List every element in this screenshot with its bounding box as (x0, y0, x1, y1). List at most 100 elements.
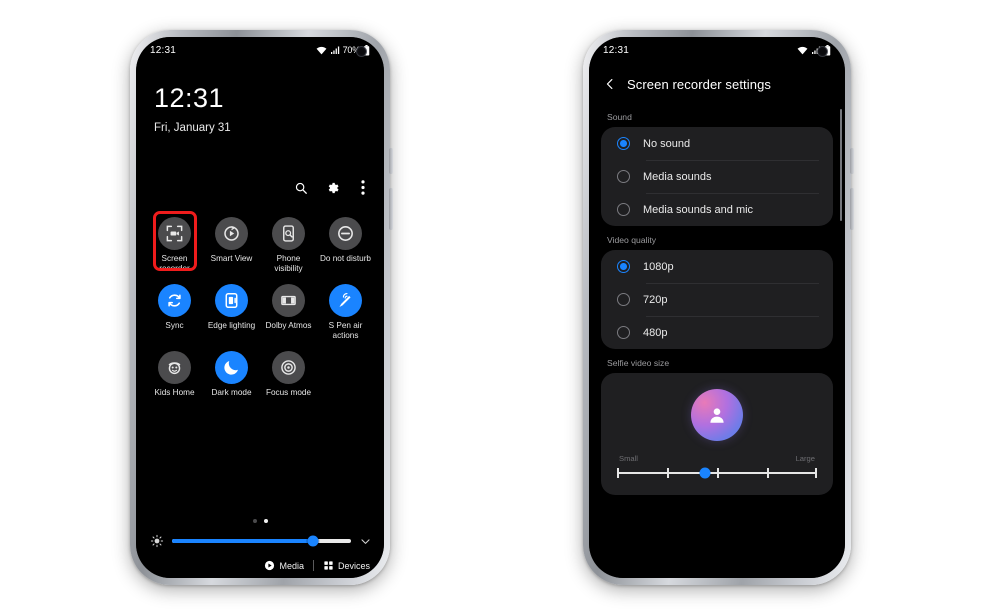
option-label: Media sounds (643, 170, 712, 183)
search-icon[interactable] (293, 180, 308, 195)
tile-smart-view[interactable]: Smart View (203, 217, 260, 274)
option-720p[interactable]: 720p (601, 283, 833, 316)
phone-right-screen: 12:31 Screen recorder settings Sound No … (589, 37, 845, 578)
option-480p[interactable]: 480p (601, 316, 833, 349)
video-quality-options-card: 1080p 720p 480p (601, 250, 833, 349)
tile-label: Dolby Atmos (265, 321, 312, 330)
front-camera-punch-hole (357, 47, 366, 56)
right-status-bar: 12:31 (589, 37, 845, 63)
tile-phone-visibility[interactable]: Phone visibility (260, 217, 317, 274)
tile-label: S Pen air actions (328, 321, 363, 340)
phone-right-body: 12:31 Screen recorder settings Sound No … (589, 37, 845, 578)
wifi-icon (316, 46, 327, 55)
quick-panel-clock: 12:31 (154, 83, 225, 113)
front-camera-punch-hole-right (818, 47, 827, 56)
tile-label: Kids Home (154, 388, 195, 397)
slider-tick (815, 468, 817, 478)
settings-scroll-area: Sound No sound Media sounds Media sounds… (589, 103, 845, 542)
slider-tick (617, 468, 619, 478)
chevron-down-icon[interactable] (359, 535, 372, 548)
tile-focus-mode[interactable]: Focus mode (260, 351, 317, 398)
slider-tick (667, 468, 669, 478)
edge-lighting-icon (215, 284, 248, 317)
option-1080p[interactable]: 1080p (601, 250, 833, 283)
page-indicator (136, 519, 384, 523)
gear-icon[interactable] (324, 180, 339, 195)
s-pen-air-actions-icon (329, 284, 362, 317)
quick-panel-actions (293, 180, 370, 195)
tile-label: Focus mode (265, 388, 312, 397)
tile-label: Edge lighting (207, 321, 256, 330)
back-chevron-icon[interactable] (603, 76, 617, 92)
side-key-power-right[interactable] (850, 188, 854, 230)
tile-kids-home[interactable]: Kids Home (146, 351, 203, 398)
slider-min-label: Small (619, 454, 638, 463)
option-no-sound[interactable]: No sound (601, 127, 833, 160)
page-dot-active (263, 519, 268, 523)
tile-sync[interactable]: Sync (146, 284, 203, 341)
person-avatar-icon (691, 389, 743, 441)
phone-left-body: 12:31 70% 12:31 Fri, January 31 Screen r… (136, 37, 384, 578)
radio-button-selected[interactable] (617, 260, 630, 273)
radio-button[interactable] (617, 203, 630, 216)
tile-dolby-atmos[interactable]: Dolby Atmos (260, 284, 317, 341)
option-media-sounds[interactable]: Media sounds (601, 160, 833, 193)
focus-mode-icon (272, 351, 305, 384)
side-key-bixby-right[interactable] (850, 148, 854, 174)
radio-button[interactable] (617, 293, 630, 306)
media-label: Media (279, 560, 304, 571)
selfie-video-size-card: Small Large (601, 373, 833, 495)
brightness-row (150, 534, 372, 548)
radio-button[interactable] (617, 170, 630, 183)
media-button[interactable]: Media (264, 560, 304, 571)
section-heading-sound: Sound (607, 112, 632, 122)
tile-dark-mode[interactable]: Dark mode (203, 351, 260, 398)
tile-label: Screen recorder (159, 254, 190, 273)
phone-left-screen: 12:31 70% 12:31 Fri, January 31 Screen r… (136, 37, 384, 578)
left-status-bar: 12:31 70% (136, 37, 384, 63)
side-key-power[interactable] (389, 188, 393, 230)
tile-label: Sync (165, 321, 184, 330)
option-label: 1080p (643, 260, 674, 273)
overflow-menu-icon[interactable] (355, 180, 370, 195)
brightness-slider[interactable] (172, 535, 351, 547)
signal-icon (330, 46, 340, 55)
screenshot-canvas: 12:31 70% 12:31 Fri, January 31 Screen r… (0, 0, 1000, 615)
side-key-bixby[interactable] (389, 148, 393, 174)
settings-app-bar: Screen recorder settings (589, 67, 845, 101)
section-heading-selfie-video-size: Selfie video size (607, 358, 670, 368)
option-label: 480p (643, 326, 668, 339)
selfie-size-slider[interactable] (617, 467, 817, 479)
status-time-right: 12:31 (603, 44, 630, 56)
brightness-fill (172, 539, 314, 543)
section-heading-video-quality: Video quality (607, 235, 657, 245)
devices-label: Devices (337, 560, 370, 571)
selfie-slider-labels: Small Large (619, 454, 815, 463)
radio-button-selected[interactable] (617, 137, 630, 150)
radio-button[interactable] (617, 326, 630, 339)
tile-label: Do not disturb (320, 254, 371, 263)
slider-knob[interactable] (699, 467, 711, 479)
wifi-icon (797, 46, 808, 55)
tile-screen-recorder[interactable]: Screen recorder (146, 211, 203, 274)
sound-options-card: No sound Media sounds Media sounds and m… (601, 127, 833, 226)
brightness-knob[interactable] (307, 535, 319, 547)
dark-mode-icon (215, 351, 248, 384)
quick-setting-tiles: Screen recorder Smart View Phone visibil… (146, 211, 374, 398)
tile-label: Phone visibility (274, 254, 303, 273)
tile-s-pen-air-actions[interactable]: S Pen air actions (317, 284, 374, 341)
page-title: Screen recorder settings (627, 76, 772, 92)
slider-tick (717, 468, 719, 478)
screen-recorder-icon (158, 217, 191, 250)
devices-button[interactable]: Devices (323, 560, 370, 571)
option-media-sounds-and-mic[interactable]: Media sounds and mic (601, 193, 833, 226)
play-circle-icon (265, 560, 275, 571)
option-label: No sound (643, 137, 691, 150)
tile-label: Dark mode (211, 388, 252, 397)
smart-view-icon (215, 217, 248, 250)
phone-left-quick-panel: 12:31 70% 12:31 Fri, January 31 Screen r… (130, 30, 393, 585)
tile-do-not-disturb[interactable]: Do not disturb (317, 217, 374, 274)
tile-edge-lighting[interactable]: Edge lighting (203, 284, 260, 341)
option-label: Media sounds and mic (643, 203, 754, 216)
phone-visibility-icon (272, 217, 305, 250)
